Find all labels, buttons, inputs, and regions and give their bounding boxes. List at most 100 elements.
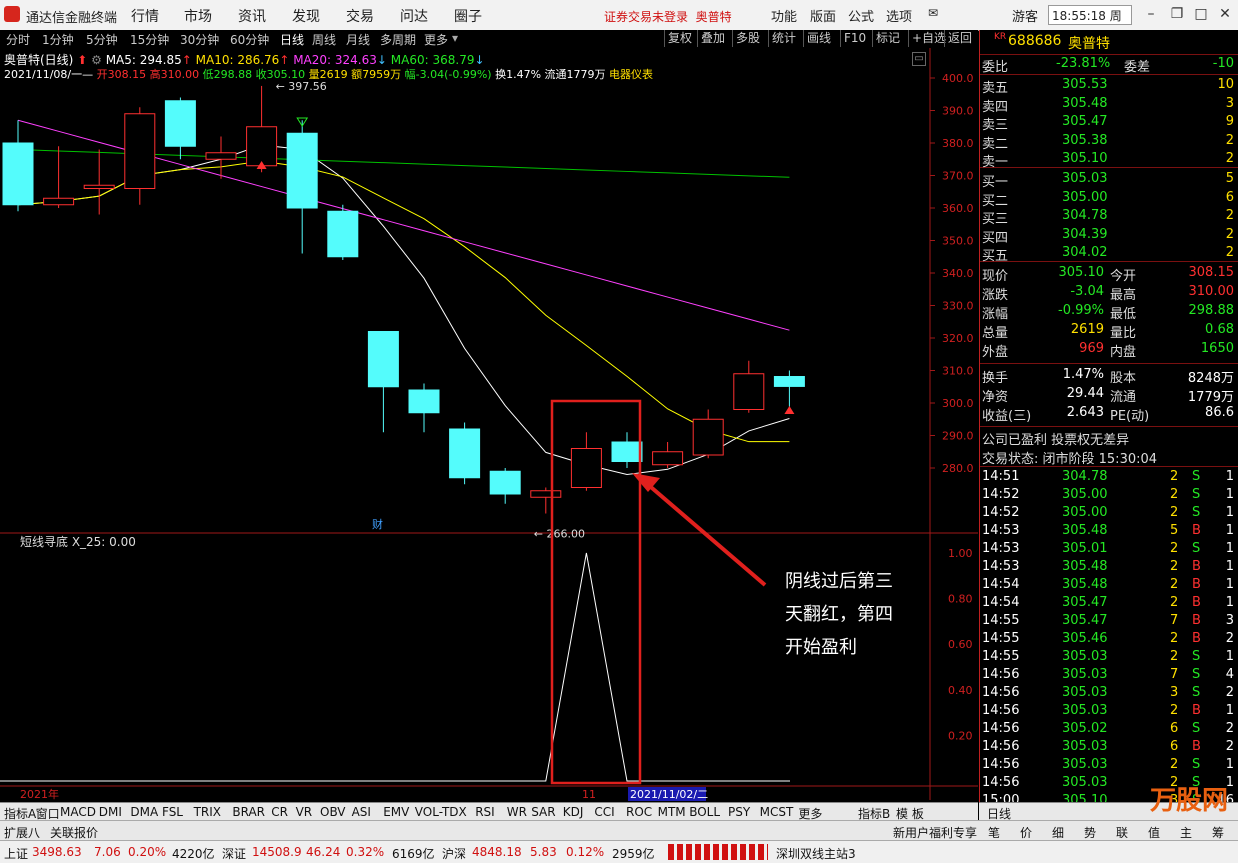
menu-hangqing[interactable]: 行情 (131, 6, 159, 26)
candle-body[interactable] (327, 210, 359, 258)
candle-body[interactable] (611, 441, 643, 462)
indicator-tab[interactable]: DMI (99, 805, 122, 819)
period-30min[interactable]: 30分钟 (180, 31, 219, 48)
hs-label[interactable]: 沪深 (442, 845, 466, 862)
sz-label[interactable]: 深证 (222, 845, 246, 862)
candle-body[interactable] (124, 113, 156, 189)
period-fenshi[interactable]: 分时 (6, 31, 30, 48)
tab-jia[interactable]: 价 (1020, 824, 1032, 841)
indicator-tab[interactable]: PSY (728, 805, 750, 819)
menu-zixun[interactable]: 资讯 (238, 6, 266, 26)
btn-huaxian[interactable]: 画线 (803, 30, 834, 47)
indicator-tab[interactable]: SAR (531, 805, 555, 819)
menu-faxian[interactable]: 发现 (292, 6, 320, 26)
period-monthly[interactable]: 月线 (346, 31, 370, 48)
sh-label[interactable]: 上证 (4, 845, 28, 862)
menu-wenda[interactable]: 问达 (400, 6, 428, 26)
cai-marker[interactable]: 财 (372, 517, 383, 531)
period-weekly[interactable]: 周线 (312, 31, 336, 48)
indicator-tab[interactable]: BRAR (232, 805, 265, 819)
mail-icon[interactable]: ✉ (928, 6, 938, 20)
indicator-tab[interactable]: MTM (658, 805, 686, 819)
indicator-tab[interactable]: KDJ (563, 805, 584, 819)
indicator-tab[interactable]: BOLL (689, 805, 720, 819)
candle-body[interactable] (164, 100, 196, 147)
menu-shichang[interactable]: 市场 (184, 6, 212, 26)
candle-body[interactable] (570, 448, 602, 488)
close-icon[interactable]: ✕ (1214, 4, 1236, 24)
server-name[interactable]: 深圳双线主站3 (776, 845, 856, 862)
menu-jiaoyi[interactable]: 交易 (346, 6, 374, 26)
maximize-icon[interactable]: □ (1190, 4, 1212, 24)
menu-gongneng[interactable]: 功能 (771, 6, 797, 25)
btn-f10[interactable]: F10 (840, 30, 869, 47)
candle-body[interactable] (246, 126, 278, 167)
restore-icon[interactable]: ❐ (1166, 4, 1188, 24)
minimize-icon[interactable]: – (1140, 4, 1162, 24)
ohlc-sector[interactable]: 电器仪表 (609, 68, 653, 81)
candle-body[interactable] (692, 418, 724, 456)
indicator-tab[interactable]: VOL-TDX (415, 805, 467, 819)
candle-body[interactable] (286, 132, 318, 209)
period-daily[interactable]: 日线 (280, 31, 304, 48)
more-chevron-down-icon[interactable]: ▾ (452, 31, 458, 45)
period-multi[interactable]: 多周期 (380, 31, 416, 48)
candle-body[interactable] (773, 376, 805, 387)
candle-body[interactable] (530, 490, 562, 498)
indicator-tab[interactable]: MCST (760, 805, 794, 819)
candle-body[interactable] (652, 451, 684, 466)
tab-zhi[interactable]: 值 (1148, 824, 1160, 841)
tab-zhu[interactable]: 主 (1180, 824, 1192, 841)
indicator-tab[interactable]: OBV (320, 805, 346, 819)
tab-bi[interactable]: 笔 (988, 824, 1000, 841)
kline-chart[interactable]: 400.0 390.0 380.0 370.0 360.0 350.0 340.0 330.0… (0, 48, 978, 802)
candle-body[interactable] (733, 373, 765, 410)
candle-body[interactable] (367, 331, 399, 388)
candle-body[interactable] (2, 142, 34, 206)
btn-fuquan[interactable]: 复权 (664, 30, 695, 47)
tab-guanlian[interactable]: 关联报价 (50, 824, 98, 841)
menu-xuanxiang[interactable]: 选项 (886, 6, 912, 25)
btn-back[interactable]: 返回 (944, 30, 975, 47)
tab-xi[interactable]: 细 (1052, 824, 1064, 841)
candle-body[interactable] (408, 389, 440, 414)
period-more[interactable]: 更多 (424, 31, 448, 48)
user-label[interactable]: 游客 (1012, 6, 1038, 25)
settings-icon[interactable]: ⚙ (91, 53, 102, 67)
indicator-tab[interactable]: CR (271, 805, 288, 819)
btn-tongji[interactable]: 统计 (768, 30, 799, 47)
indicator-tab[interactable]: RSI (475, 805, 495, 819)
period-15min[interactable]: 15分钟 (130, 31, 169, 48)
btn-duogu[interactable]: 多股 (732, 30, 763, 47)
tab-shi[interactable]: 势 (1084, 824, 1096, 841)
tab-chou[interactable]: 筹 (1212, 824, 1224, 841)
indicator-tab[interactable]: TRIX (194, 805, 221, 819)
indicator-tab[interactable]: VR (296, 805, 313, 819)
btn-add-watchlist[interactable]: +自选 (908, 30, 949, 47)
period-5min[interactable]: 5分钟 (86, 31, 118, 48)
btn-biaoji[interactable]: 标记 (872, 30, 903, 47)
candle-body[interactable] (449, 428, 481, 479)
indicator-tab[interactable]: EMV (383, 805, 409, 819)
menu-gongshi[interactable]: 公式 (848, 6, 874, 25)
indicator-tab[interactable]: ASI (352, 805, 371, 819)
tab-lian[interactable]: 联 (1116, 824, 1128, 841)
indicator-tab[interactable]: DMA (130, 805, 158, 819)
collapse-icon[interactable]: ▭ (912, 52, 926, 66)
candle-body[interactable] (83, 184, 115, 189)
period-1min[interactable]: 1分钟 (42, 31, 74, 48)
candle-body[interactable] (43, 197, 75, 206)
indicator-tab[interactable]: MACD (60, 805, 96, 819)
candle-body[interactable] (205, 152, 237, 160)
login-warning[interactable]: 证券交易未登录 奥普特 (604, 8, 732, 25)
indicator-tab[interactable]: CCI (594, 805, 614, 819)
menu-banmian[interactable]: 版面 (810, 6, 836, 25)
tab-kuozhan[interactable]: 扩展八 (4, 824, 40, 841)
indicator-tab[interactable]: FSL (162, 805, 183, 819)
indicator-tab[interactable]: WR (507, 805, 527, 819)
btn-diejia[interactable]: 叠加 (697, 30, 728, 47)
candle-body[interactable] (489, 470, 521, 495)
indicator-tab[interactable]: ROC (626, 805, 652, 819)
new-user-welfare[interactable]: 新用户福利专享 (893, 824, 977, 841)
period-60min[interactable]: 60分钟 (230, 31, 269, 48)
